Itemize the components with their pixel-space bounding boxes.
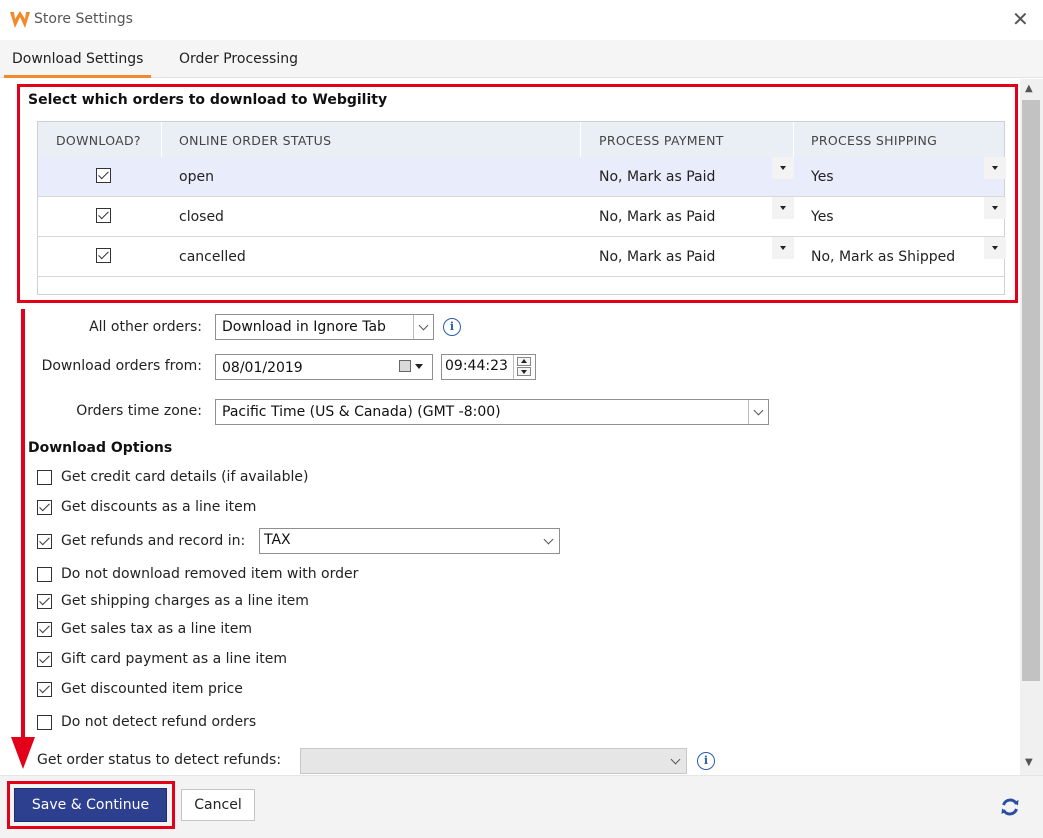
chevron-down-icon <box>666 749 686 773</box>
payment-dropdown-icon[interactable] <box>772 237 794 259</box>
col-header-status[interactable]: ONLINE ORDER STATUS <box>179 133 331 148</box>
timezone-label: Orders time zone: <box>76 403 202 419</box>
webgility-logo-icon <box>10 11 30 28</box>
shipping-cell[interactable]: Yes <box>811 209 834 225</box>
timezone-value: Pacific Time (US & Canada) (GMT -8:00) <box>222 404 501 420</box>
option-label: Gift card payment as a line item <box>61 651 287 667</box>
option-label: Get refunds and record in: <box>61 533 246 549</box>
chevron-down-icon[interactable] <box>413 315 433 339</box>
info-icon[interactable]: i <box>697 752 715 770</box>
calendar-icon[interactable] <box>399 360 411 372</box>
close-icon[interactable]: ✕ <box>1012 9 1029 29</box>
scroll-thumb[interactable] <box>1022 100 1040 681</box>
calendar-dropdown-icon[interactable] <box>415 364 423 369</box>
option-checkbox[interactable] <box>37 594 52 609</box>
title-bar: Store Settings ✕ <box>0 0 1043 40</box>
payment-cell[interactable]: No, Mark as Paid <box>599 169 715 185</box>
table-row[interactable]: open No, Mark as Paid Yes <box>38 157 1006 197</box>
option-checkbox[interactable] <box>37 652 52 667</box>
col-header-payment[interactable]: PROCESS PAYMENT <box>599 133 724 148</box>
shipping-cell[interactable]: Yes <box>811 169 834 185</box>
tab-download-settings[interactable]: Download Settings <box>12 51 143 67</box>
all-other-orders-value: Download in Ignore Tab <box>222 319 386 335</box>
option-label: Get credit card details (if available) <box>61 469 309 485</box>
tab-order-processing[interactable]: Order Processing <box>179 51 298 67</box>
scroll-up-icon[interactable]: ▲ <box>1025 83 1033 94</box>
col-header-shipping[interactable]: PROCESS SHIPPING <box>811 133 937 148</box>
spinner-down-icon[interactable] <box>517 367 531 376</box>
timezone-select[interactable]: Pacific Time (US & Canada) (GMT -8:00) <box>215 399 769 425</box>
chevron-down-icon[interactable] <box>539 529 559 553</box>
download-checkbox[interactable] <box>96 248 111 263</box>
time-spinner[interactable] <box>513 355 535 379</box>
cancel-button[interactable]: Cancel <box>181 789 255 821</box>
order-status-cell: cancelled <box>179 249 246 265</box>
payment-dropdown-icon[interactable] <box>772 157 794 179</box>
shipping-cell[interactable]: No, Mark as Shipped <box>811 249 955 265</box>
option-checkbox[interactable] <box>37 500 52 515</box>
window-title: Store Settings <box>34 11 133 27</box>
all-other-orders-label: All other orders: <box>89 319 202 335</box>
download-options-title: Download Options <box>28 440 173 456</box>
spinner-up-icon[interactable] <box>517 357 531 366</box>
orders-section-title: Select which orders to download to Webgi… <box>28 92 388 108</box>
scroll-down-icon[interactable]: ▼ <box>1025 757 1033 768</box>
order-status-cell: closed <box>179 209 224 225</box>
orders-grid: DOWNLOAD? ONLINE ORDER STATUS PROCESS PA… <box>37 121 1006 295</box>
col-header-download[interactable]: DOWNLOAD? <box>56 133 141 148</box>
download-checkbox[interactable] <box>96 168 111 183</box>
option-checkbox[interactable] <box>37 470 52 485</box>
option-label: Get discounted item price <box>61 681 243 697</box>
table-row[interactable]: cancelled No, Mark as Paid No, Mark as S… <box>38 237 1006 277</box>
shipping-dropdown-icon[interactable] <box>984 197 1006 219</box>
vertical-scrollbar[interactable]: ▲ ▼ <box>1020 79 1043 775</box>
option-checkbox[interactable] <box>37 622 52 637</box>
option-checkbox[interactable] <box>37 567 52 582</box>
refunds-record-select[interactable]: TAX <box>259 528 560 554</box>
refresh-icon[interactable] <box>999 796 1021 818</box>
option-checkbox[interactable] <box>37 682 52 697</box>
download-checkbox[interactable] <box>96 208 111 223</box>
refund-status-select <box>300 748 687 774</box>
save-continue-button[interactable]: Save & Continue <box>14 788 167 822</box>
payment-dropdown-icon[interactable] <box>772 197 794 219</box>
option-label: Get shipping charges as a line item <box>61 593 309 609</box>
active-tab-indicator <box>4 75 151 78</box>
shipping-dropdown-icon[interactable] <box>984 157 1006 179</box>
order-status-cell: open <box>179 169 214 185</box>
option-label: Do not detect refund orders <box>61 714 257 730</box>
download-from-time-value: 09:44:23 <box>445 358 508 374</box>
option-label: Get discounts as a line item <box>61 499 257 515</box>
option-checkbox[interactable] <box>37 534 52 549</box>
download-from-label: Download orders from: <box>41 358 202 374</box>
all-other-orders-select[interactable]: Download in Ignore Tab <box>215 314 434 340</box>
table-row[interactable]: closed No, Mark as Paid Yes <box>38 197 1006 237</box>
refunds-record-value: TAX <box>264 532 291 548</box>
annotation-arrow-head <box>11 737 35 769</box>
refund-status-label: Get order status to detect refunds: <box>37 752 282 768</box>
grid-header: DOWNLOAD? ONLINE ORDER STATUS PROCESS PA… <box>38 122 1004 157</box>
info-icon[interactable]: i <box>443 318 461 336</box>
tab-bar: Download Settings Order Processing <box>0 40 1043 78</box>
shipping-dropdown-icon[interactable] <box>984 237 1006 259</box>
payment-cell[interactable]: No, Mark as Paid <box>599 209 715 225</box>
payment-cell[interactable]: No, Mark as Paid <box>599 249 715 265</box>
annotation-arrow-line <box>21 309 25 750</box>
chevron-down-icon[interactable] <box>748 400 768 424</box>
option-label: Do not download removed item with order <box>61 566 359 582</box>
download-from-date-value: 08/01/2019 <box>222 360 303 376</box>
option-checkbox[interactable] <box>37 715 52 730</box>
option-label: Get sales tax as a line item <box>61 621 253 637</box>
